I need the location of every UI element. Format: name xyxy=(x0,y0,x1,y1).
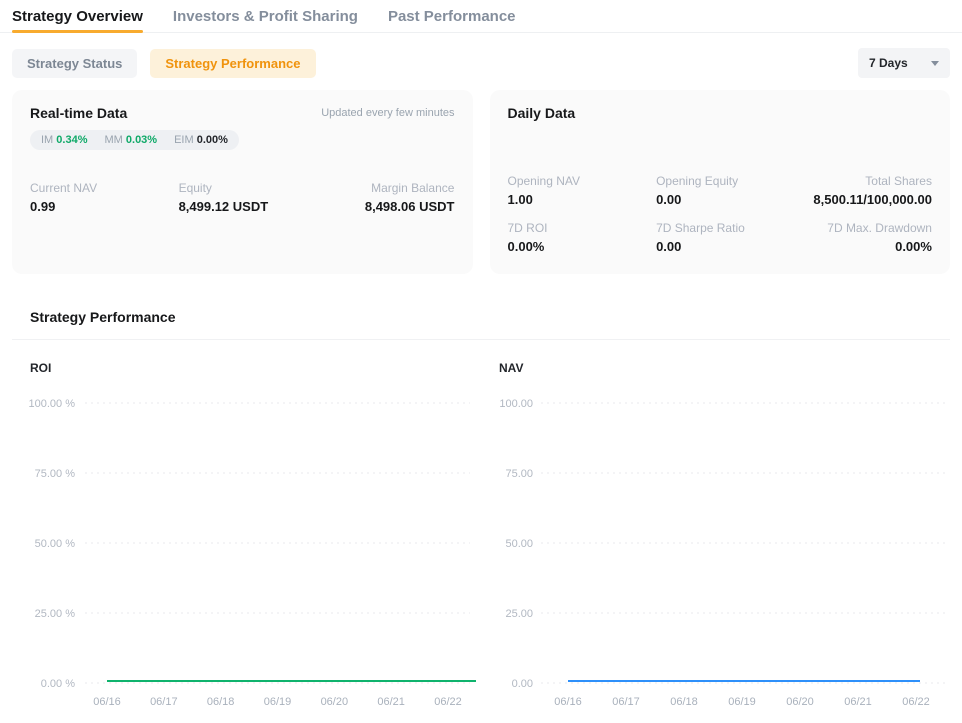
charts-row: ROI 100.00 % 75.00 % 50.00 % 25.00 % 0.00 % 0… xyxy=(12,340,950,717)
svg-text:06/20: 06/20 xyxy=(321,696,349,708)
svg-text:06/16: 06/16 xyxy=(93,696,121,708)
eim-badge: EIM 0.00% xyxy=(174,134,228,146)
svg-text:50.00: 50.00 xyxy=(505,538,533,550)
daily-card-head: Daily Data xyxy=(508,105,933,121)
realtime-card-head: Real-time Data Updated every few minutes xyxy=(30,105,455,121)
svg-text:100.00 %: 100.00 % xyxy=(29,398,76,410)
current-nav-stat: Current NAV 0.99 xyxy=(30,181,179,214)
svg-text:06/21: 06/21 xyxy=(844,696,872,708)
top-tab-bar: Strategy Overview Investors & Profit Sha… xyxy=(0,0,962,33)
margin-ratio-badges: IM 0.34% MM 0.03% EIM 0.00% xyxy=(30,130,239,150)
svg-text:06/22: 06/22 xyxy=(434,696,462,708)
roi-chart-title: ROI xyxy=(12,361,481,375)
svg-text:50.00 %: 50.00 % xyxy=(35,538,76,550)
svg-text:100.00: 100.00 xyxy=(499,398,533,410)
subtab-strategy-performance[interactable]: Strategy Performance xyxy=(150,49,315,78)
svg-text:75.00 %: 75.00 % xyxy=(35,468,76,480)
svg-text:25.00 %: 25.00 % xyxy=(35,608,76,620)
total-shares-stat: Total Shares 8,500.11/100,000.00 xyxy=(805,174,932,207)
subtab-label: Strategy Status xyxy=(27,56,122,71)
realtime-card-title: Real-time Data xyxy=(30,105,127,121)
tab-label: Strategy Overview xyxy=(12,8,143,25)
margin-balance-stat: Margin Balance 8,498.06 USDT xyxy=(327,181,454,214)
im-badge: IM 0.34% xyxy=(41,134,88,146)
daily-data-card: Daily Data Opening NAV 1.00 Opening Equi… xyxy=(490,90,951,274)
svg-text:0.00 %: 0.00 % xyxy=(41,678,75,690)
tab-investors-profit-sharing[interactable]: Investors & Profit Sharing xyxy=(173,0,358,32)
svg-text:06/18: 06/18 xyxy=(207,696,235,708)
performance-section-title: Strategy Performance xyxy=(12,309,950,325)
opening-equity-stat: Opening Equity 0.00 xyxy=(656,174,805,207)
svg-text:06/16: 06/16 xyxy=(554,696,582,708)
roi-chart-plot: 100.00 % 75.00 % 50.00 % 25.00 % 0.00 % 06/16… xyxy=(12,387,481,717)
roi-7d-stat: 7D ROI 0.00% xyxy=(508,221,657,254)
roi-chart: ROI 100.00 % 75.00 % 50.00 % 25.00 % 0.00 % 0… xyxy=(12,340,481,717)
period-dropdown-value: 7 Days xyxy=(869,56,908,70)
svg-text:0.00: 0.00 xyxy=(512,678,533,690)
svg-text:06/21: 06/21 xyxy=(377,696,405,708)
sharpe-ratio-7d-stat: 7D Sharpe Ratio 0.00 xyxy=(656,221,805,254)
subtab-label: Strategy Performance xyxy=(165,56,300,71)
tab-label: Investors & Profit Sharing xyxy=(173,8,358,25)
svg-text:25.00: 25.00 xyxy=(505,608,533,620)
daily-stats-row-1: Opening NAV 1.00 Opening Equity 0.00 Tot… xyxy=(508,174,933,207)
realtime-stats-row: Current NAV 0.99 Equity 8,499.12 USDT Ma… xyxy=(30,181,455,214)
chevron-down-icon xyxy=(931,61,939,66)
subtab-bar: Strategy Status Strategy Performance 7 D… xyxy=(0,33,962,78)
equity-stat: Equity 8,499.12 USDT xyxy=(179,181,328,214)
daily-stats-row-2: 7D ROI 0.00% 7D Sharpe Ratio 0.00 7D Max… xyxy=(508,221,933,254)
svg-text:06/17: 06/17 xyxy=(612,696,640,708)
svg-text:06/17: 06/17 xyxy=(150,696,178,708)
svg-text:06/22: 06/22 xyxy=(902,696,930,708)
nav-chart-plot: 100.00 75.00 50.00 25.00 0.00 06/16 06/17 06/18… xyxy=(481,387,950,717)
data-cards-row: Real-time Data Updated every few minutes… xyxy=(0,90,962,274)
period-dropdown[interactable]: 7 Days xyxy=(858,48,950,78)
updated-note: Updated every few minutes xyxy=(321,107,454,119)
daily-card-title: Daily Data xyxy=(508,105,576,121)
tab-label: Past Performance xyxy=(388,8,516,25)
tab-strategy-overview[interactable]: Strategy Overview xyxy=(12,0,143,32)
realtime-data-card: Real-time Data Updated every few minutes… xyxy=(12,90,473,274)
svg-text:06/20: 06/20 xyxy=(786,696,814,708)
svg-text:75.00: 75.00 xyxy=(505,468,533,480)
nav-chart: NAV 100.00 75.00 50.00 25.00 0.00 06/16 06/17 0… xyxy=(481,340,950,717)
max-drawdown-7d-stat: 7D Max. Drawdown 0.00% xyxy=(805,221,932,254)
subtab-strategy-status[interactable]: Strategy Status xyxy=(12,49,137,78)
nav-chart-title: NAV xyxy=(481,361,950,375)
tab-past-performance[interactable]: Past Performance xyxy=(388,0,516,32)
opening-nav-stat: Opening NAV 1.00 xyxy=(508,174,657,207)
svg-text:06/19: 06/19 xyxy=(264,696,292,708)
mm-badge: MM 0.03% xyxy=(105,134,158,146)
svg-text:06/18: 06/18 xyxy=(670,696,698,708)
svg-text:06/19: 06/19 xyxy=(728,696,756,708)
strategy-performance-section: Strategy Performance ROI 100.00 % 75.00 %… xyxy=(0,309,962,717)
